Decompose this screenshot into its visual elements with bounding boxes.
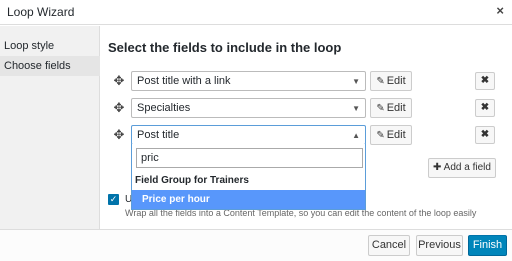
field-select[interactable]: Post title ▲	[131, 125, 366, 145]
close-icon[interactable]: ×	[496, 3, 504, 18]
dropdown-group-label: Field Group for Trainers	[135, 175, 249, 186]
pencil-square-icon: ✎	[376, 103, 385, 114]
dialog-title: Loop Wizard	[7, 5, 75, 19]
sidebar-item-choose-fields[interactable]: Choose fields	[0, 56, 100, 76]
edit-field-button[interactable]: ✎ Edit	[370, 98, 412, 118]
edit-button-label: Edit	[386, 129, 406, 141]
dialog-titlebar: Loop Wizard ×	[0, 0, 512, 25]
dropdown-search-input[interactable]	[136, 148, 363, 168]
add-field-button[interactable]: ✚ Add a field	[428, 158, 496, 178]
drag-handle-icon[interactable]: ✥	[112, 74, 126, 88]
field-select-value: Specialties	[137, 102, 191, 114]
edit-button-label: Edit	[386, 75, 406, 87]
field-row: ✥ Post title with a link ▼ ✎ Edit ✖	[101, 71, 512, 93]
close-x-icon: ✖	[480, 129, 490, 140]
close-x-icon: ✖	[480, 102, 490, 113]
plus-icon: ✚	[433, 162, 442, 173]
dropdown-option-price-per-hour[interactable]: Price per hour	[132, 190, 365, 209]
cancel-button[interactable]: Cancel	[368, 235, 410, 256]
caret-down-icon: ▼	[352, 104, 360, 113]
field-select[interactable]: Specialties ▼	[131, 98, 366, 118]
field-select[interactable]: Post title with a link ▼	[131, 71, 366, 91]
sidebar-item-loop-style[interactable]: Loop style	[0, 36, 100, 56]
content-template-checkbox[interactable]: ✓	[108, 194, 119, 205]
dialog-footer: Cancel Previous Finish	[0, 229, 512, 261]
drag-handle-icon[interactable]: ✥	[112, 101, 126, 115]
edit-button-label: Edit	[386, 102, 406, 114]
caret-up-icon: ▲	[352, 131, 360, 140]
field-dropdown: Field Group for Trainers Price per hour	[131, 144, 366, 210]
field-select-value: Post title	[137, 129, 180, 141]
remove-field-button[interactable]: ✖	[475, 126, 495, 144]
drag-handle-icon[interactable]: ✥	[112, 128, 126, 142]
close-x-icon: ✖	[480, 75, 490, 86]
page-title: Select the fields to include in the loop	[108, 40, 342, 55]
wizard-sidebar: Loop style Choose fields	[0, 26, 100, 229]
field-row: ✥ Specialties ▼ ✎ Edit ✖	[101, 98, 512, 120]
edit-field-button[interactable]: ✎ Edit	[370, 71, 412, 91]
previous-button[interactable]: Previous	[416, 235, 463, 256]
loop-wizard-dialog: Loop Wizard × Loop style Choose fields S…	[0, 0, 512, 261]
remove-field-button[interactable]: ✖	[475, 99, 495, 117]
pencil-square-icon: ✎	[376, 130, 385, 141]
caret-down-icon: ▼	[352, 77, 360, 86]
add-field-label: Add a field	[443, 162, 491, 173]
pencil-square-icon: ✎	[376, 76, 385, 87]
finish-button[interactable]: Finish	[468, 235, 507, 256]
remove-field-button[interactable]: ✖	[475, 72, 495, 90]
edit-field-button[interactable]: ✎ Edit	[370, 125, 412, 145]
field-select-value: Post title with a link	[137, 75, 231, 87]
